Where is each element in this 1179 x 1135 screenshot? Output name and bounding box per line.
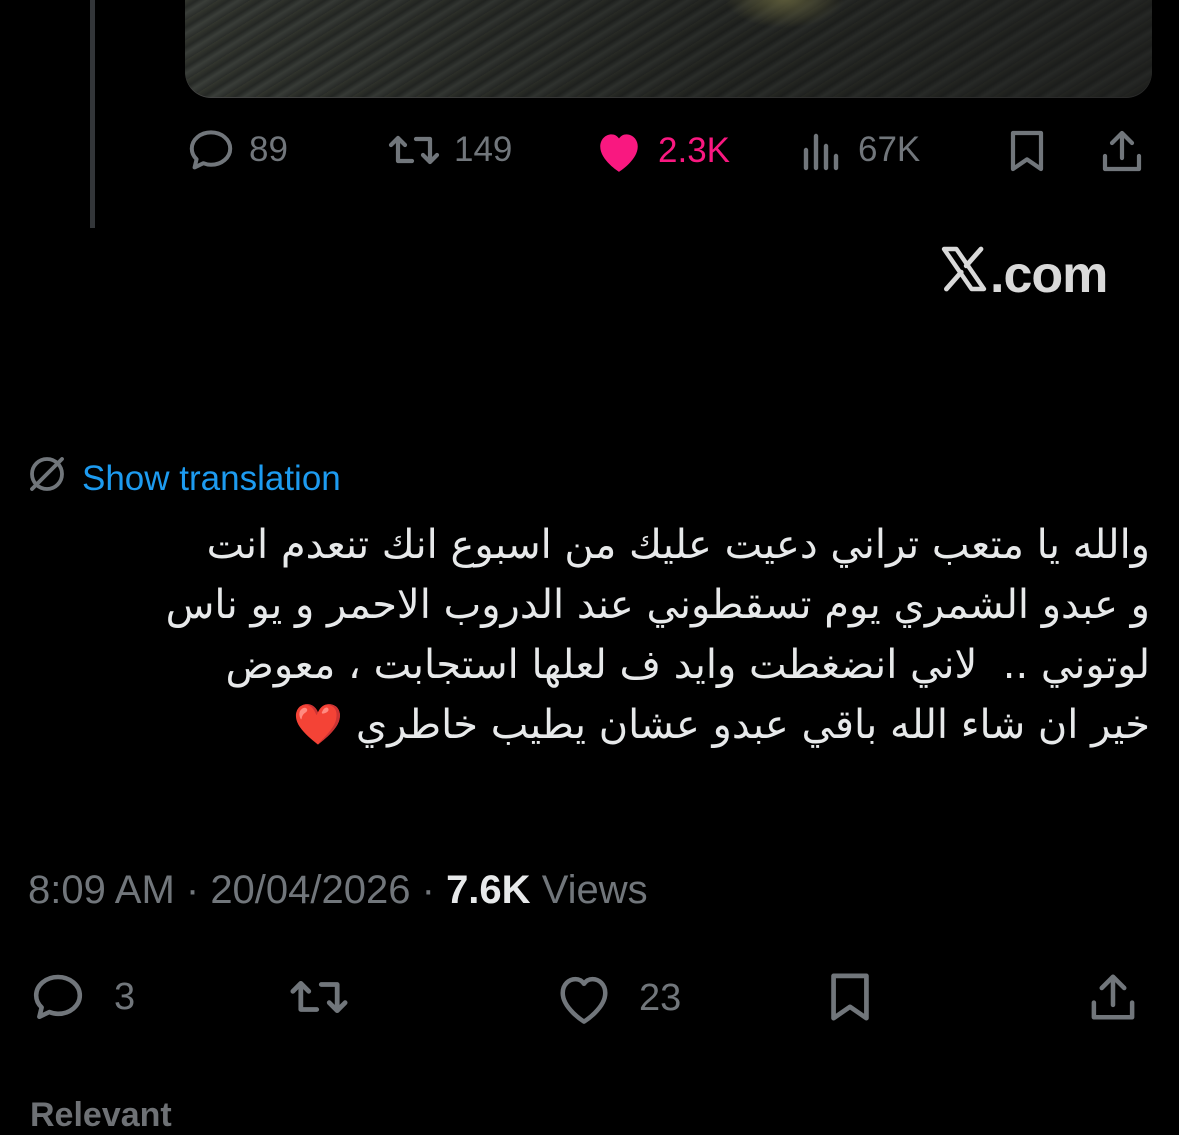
show-translation-label: Show translation xyxy=(82,458,341,498)
repost-icon xyxy=(388,128,440,172)
quoted-views-count: 67K xyxy=(858,130,921,169)
reply-count: 3 xyxy=(114,975,136,1018)
quoted-like-count: 2.3K xyxy=(658,131,730,170)
share-icon xyxy=(1086,970,1140,1024)
bookmark-button[interactable] xyxy=(824,970,876,1024)
tweet-text-line-content: خير ان شاء الله باقي عبدو عشان يطيب خاطر… xyxy=(355,702,1150,748)
like-count: 23 xyxy=(639,976,682,1019)
reply-icon xyxy=(30,972,86,1022)
repost-button[interactable] xyxy=(288,972,364,1022)
bookmark-icon xyxy=(824,970,876,1024)
red-heart-emoji: ❤️ xyxy=(293,702,344,748)
repost-icon xyxy=(288,972,350,1022)
like-button[interactable]: 23 xyxy=(555,972,681,1024)
views-label: Views xyxy=(541,868,648,912)
quoted-views-button[interactable]: 67K xyxy=(800,128,920,172)
watermark-domain: .com xyxy=(990,246,1108,304)
bookmark-icon xyxy=(1005,128,1049,174)
heart-filled-icon xyxy=(594,128,644,174)
reply-icon xyxy=(187,128,235,172)
show-translation-button[interactable]: Show translation xyxy=(26,453,341,504)
translate-icon xyxy=(26,453,68,504)
x-logo-icon xyxy=(940,245,990,305)
tweet-time[interactable]: 8:09 AM xyxy=(28,868,175,912)
quoted-repost-button[interactable]: 149 xyxy=(388,128,512,172)
relevant-sort-label[interactable]: Relevant xyxy=(30,1096,172,1135)
quoted-media-image[interactable] xyxy=(185,0,1152,98)
quoted-reply-button[interactable]: 89 xyxy=(187,128,288,172)
tweet-text-line: خير ان شاء الله باقي عبدو عشان يطيب خاطر… xyxy=(20,695,1150,755)
tweet-date[interactable]: 20/04/2026 xyxy=(210,868,410,912)
tweet-text: والله يا متعب تراني دعيت عليك من اسبوع ا… xyxy=(20,515,1150,755)
analytics-icon xyxy=(800,128,844,172)
heart-outline-icon xyxy=(555,972,613,1024)
views-count: 7.6K xyxy=(446,868,531,912)
quoted-repost-count: 149 xyxy=(454,130,513,169)
quoted-bookmark-button[interactable] xyxy=(1005,128,1049,174)
x-com-watermark: .com xyxy=(940,245,1108,305)
tweet-meta: 8:09 AM · 20/04/2026 · 7.6K Views xyxy=(28,868,648,912)
share-button[interactable] xyxy=(1086,970,1140,1024)
reply-button[interactable]: 3 xyxy=(30,972,135,1022)
thread-line xyxy=(90,0,95,228)
tweet-text-line: لوتوني .. لاني انضغطت وايد ف لعلها استجا… xyxy=(225,642,1150,688)
quoted-share-button[interactable] xyxy=(1098,128,1146,174)
quoted-like-button[interactable]: 2.3K xyxy=(594,128,730,174)
quoted-reply-count: 89 xyxy=(249,130,288,169)
tweet-text-line: و عبدو الشمري يوم تسقطوني عند الدروب الا… xyxy=(165,582,1150,628)
share-icon xyxy=(1098,128,1146,174)
tweet-text-line: والله يا متعب تراني دعيت عليك من اسبوع ا… xyxy=(206,522,1150,568)
